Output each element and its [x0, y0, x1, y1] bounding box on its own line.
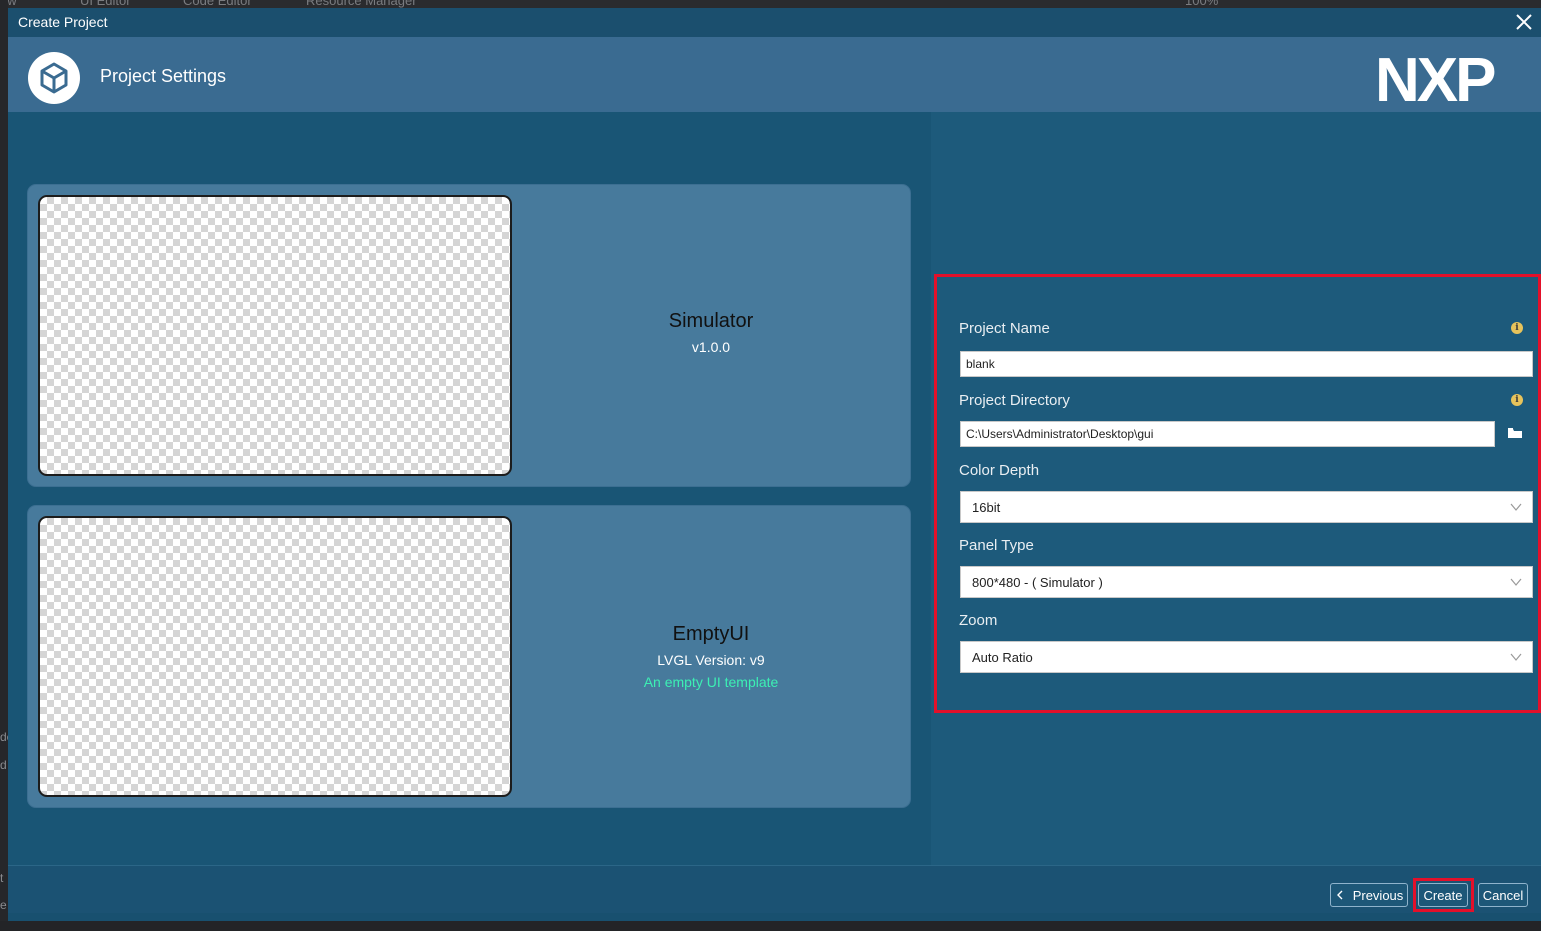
bg-menu-item: Resource Manager: [306, 0, 417, 8]
dialog-titlebar: Create Project: [8, 8, 1541, 37]
color-depth-select[interactable]: 16bit: [960, 491, 1533, 523]
template-preview: [38, 195, 512, 476]
template-card-simulator[interactable]: Simulator v1.0.0: [28, 185, 910, 486]
close-button[interactable]: [1513, 11, 1535, 33]
dialog-footer: [8, 865, 1541, 913]
nxp-logo-text: NXP: [1375, 51, 1495, 107]
panel-type-value: 800*480 - ( Simulator ): [972, 575, 1103, 590]
template-name: Simulator: [668, 310, 754, 332]
template-preview: [38, 516, 512, 797]
bg-glyph: d: [0, 758, 7, 772]
background-app-statusbar: [0, 921, 1541, 931]
chevron-down-icon: [1510, 503, 1522, 511]
chevron-down-icon: [1510, 578, 1522, 586]
chevron-down-icon: [1510, 653, 1522, 661]
project-directory-label: Project Directory: [959, 392, 1070, 409]
color-depth-label: Color Depth: [959, 462, 1040, 479]
bg-menu-item: Code Editor: [183, 0, 252, 8]
zoom-select[interactable]: Auto Ratio: [960, 641, 1533, 673]
panel-type-select[interactable]: 800*480 - ( Simulator ): [960, 566, 1533, 598]
previous-button[interactable]: Previous: [1330, 883, 1408, 907]
bg-glyph: t: [0, 871, 4, 885]
template-description: An empty UI template: [643, 674, 779, 690]
color-depth-value: 16bit: [972, 500, 1001, 515]
template-version: LVGL Version: v9: [657, 652, 765, 668]
template-info: Simulator v1.0.0: [512, 185, 910, 486]
cancel-button[interactable]: Cancel: [1478, 883, 1528, 907]
chevron-left-icon: [1336, 890, 1343, 900]
zoom-value: Auto Ratio: [972, 650, 1033, 665]
create-button-label: Create: [1423, 887, 1463, 903]
dialog-header: Project Settings NXP: [8, 37, 1541, 120]
bg-zoom-readout: 100%: [1185, 0, 1219, 8]
bg-glyph: e: [0, 898, 7, 912]
template-version: v1.0.0: [691, 339, 731, 355]
create-button[interactable]: Create: [1418, 883, 1468, 907]
browse-folder-button[interactable]: [1507, 426, 1523, 440]
project-name-label: Project Name: [959, 320, 1050, 337]
template-card-emptyui[interactable]: EmptyUI LVGL Version: v9 An empty UI tem…: [28, 506, 910, 807]
app-logo: [28, 52, 80, 104]
background-app-toolbar: ew UI Editor Code Editor Resource Manage…: [0, 0, 1541, 8]
project-name-input[interactable]: [960, 351, 1533, 377]
page-title: Project Settings: [100, 66, 227, 86]
panel-type-label: Panel Type: [959, 537, 1034, 554]
template-name: EmptyUI: [672, 623, 750, 645]
template-info: EmptyUI LVGL Version: v9 An empty UI tem…: [512, 506, 910, 807]
bg-menu-item: UI Editor: [80, 0, 131, 8]
info-icon[interactable]: i: [1511, 322, 1523, 334]
cancel-button-label: Cancel: [1482, 887, 1524, 903]
previous-button-label: Previous: [1352, 887, 1404, 903]
dialog-title: Create Project: [18, 14, 108, 30]
nxp-logo: NXP: [1375, 51, 1498, 107]
folder-icon: [1508, 428, 1522, 438]
info-icon[interactable]: i: [1511, 394, 1523, 406]
close-icon: [1516, 14, 1532, 30]
project-directory-input[interactable]: [960, 421, 1495, 447]
zoom-label: Zoom: [959, 612, 998, 629]
background-app-sidebar: de d t e: [0, 0, 13, 931]
cube-icon: [40, 62, 68, 94]
